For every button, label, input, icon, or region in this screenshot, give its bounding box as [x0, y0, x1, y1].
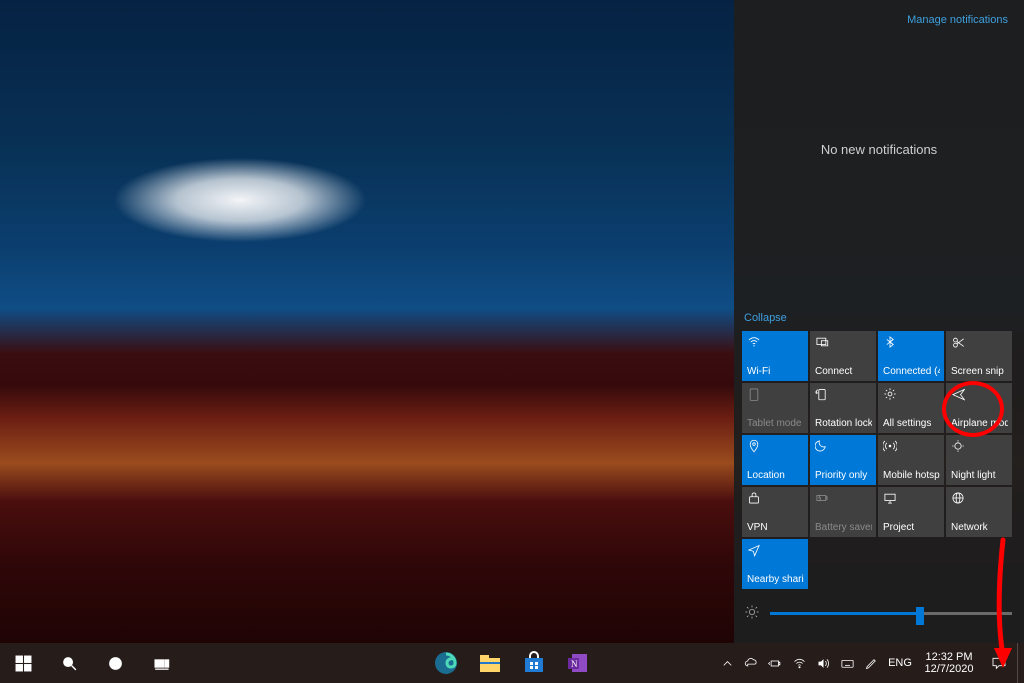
- tile-label: Mobile hotspot: [883, 470, 940, 481]
- tile-tablet[interactable]: Tablet mode: [742, 383, 808, 433]
- tile-label: Project: [883, 522, 940, 533]
- tile-label: All settings: [883, 418, 940, 429]
- connect-icon: [815, 335, 829, 349]
- power-icon[interactable]: [763, 643, 787, 683]
- tile-label: Connected (4): [883, 366, 940, 377]
- tile-label: Wi-Fi: [747, 366, 804, 377]
- tile-label: Rotation lock: [815, 418, 872, 429]
- tile-connect[interactable]: Connect: [810, 331, 876, 381]
- rotation-icon: [815, 387, 829, 401]
- wifi-tray-icon[interactable]: [787, 643, 811, 683]
- cortana-button[interactable]: [92, 643, 138, 683]
- brightness-slider[interactable]: [744, 604, 1012, 623]
- location-icon: [747, 439, 761, 453]
- tile-label: Screen snip: [951, 366, 1008, 377]
- tile-label: Nearby sharing: [747, 574, 804, 585]
- tile-snip[interactable]: Screen snip: [946, 331, 1012, 381]
- svg-text:N: N: [571, 659, 578, 669]
- collapse-link[interactable]: Collapse: [744, 312, 787, 324]
- volume-icon[interactable]: [811, 643, 835, 683]
- nightlight-icon: [951, 439, 965, 453]
- action-center-panel: Manage notifications No new notification…: [734, 0, 1024, 643]
- search-button[interactable]: [46, 643, 92, 683]
- gear-icon: [883, 387, 897, 401]
- tray-chevron-icon[interactable]: [715, 643, 739, 683]
- hotspot-icon: [883, 439, 897, 453]
- taskbar-app-edge[interactable]: [424, 643, 468, 683]
- brightness-track[interactable]: [770, 612, 1012, 615]
- tile-label: VPN: [747, 522, 804, 533]
- no-notifications-text: No new notifications: [734, 142, 1024, 157]
- moon-icon: [815, 439, 829, 453]
- tile-wifi[interactable]: Wi-Fi: [742, 331, 808, 381]
- taskbar-app-explorer[interactable]: [468, 643, 512, 683]
- wifi-icon: [747, 335, 761, 349]
- quick-action-grid: Wi-Fi Connect Connected (4) Screen snip Tabl…: [742, 331, 1016, 589]
- tile-rotation[interactable]: Rotation lock: [810, 383, 876, 433]
- clock-time: 12:32 PM: [917, 651, 981, 663]
- taskbar-pinned-apps: N: [424, 643, 600, 683]
- action-center-button[interactable]: [981, 643, 1017, 683]
- tile-label: Tablet mode: [747, 418, 804, 429]
- nearby-icon: [747, 543, 761, 557]
- keyboard-icon[interactable]: [835, 643, 859, 683]
- tile-label: Connect: [815, 366, 872, 377]
- network-icon: [951, 491, 965, 505]
- tile-nearby[interactable]: Nearby sharing: [742, 539, 808, 589]
- taskbar-app-store[interactable]: [512, 643, 556, 683]
- tile-project[interactable]: Project: [878, 487, 944, 537]
- tile-label: Network: [951, 522, 1008, 533]
- tile-battery[interactable]: Battery saver: [810, 487, 876, 537]
- show-desktop-button[interactable]: [1017, 643, 1024, 683]
- tile-settings[interactable]: All settings: [878, 383, 944, 433]
- task-view-button[interactable]: [138, 643, 184, 683]
- clock-date: 12/7/2020: [917, 663, 981, 675]
- airplane-icon: [951, 387, 965, 401]
- tile-priority[interactable]: Priority only: [810, 435, 876, 485]
- tile-hotspot[interactable]: Mobile hotspot: [878, 435, 944, 485]
- brightness-icon: [744, 604, 760, 623]
- start-button[interactable]: [0, 643, 46, 683]
- tile-label: Location: [747, 470, 804, 481]
- tablet-icon: [747, 387, 761, 401]
- tile-label: Battery saver: [815, 522, 872, 533]
- tile-nightlight[interactable]: Night light: [946, 435, 1012, 485]
- clock[interactable]: 12:32 PM 12/7/2020: [917, 651, 981, 675]
- tile-bluetooth[interactable]: Connected (4): [878, 331, 944, 381]
- vpn-icon: [747, 491, 761, 505]
- onedrive-icon[interactable]: [739, 643, 763, 683]
- tile-vpn[interactable]: VPN: [742, 487, 808, 537]
- system-tray: ENG 12:32 PM 12/7/2020: [715, 643, 1024, 683]
- tile-label: Night light: [951, 470, 1008, 481]
- tile-airplane[interactable]: Airplane mode: [946, 383, 1012, 433]
- ink-icon[interactable]: [859, 643, 883, 683]
- bluetooth-icon: [883, 335, 897, 349]
- language-indicator[interactable]: ENG: [883, 657, 917, 669]
- manage-notifications-link[interactable]: Manage notifications: [907, 14, 1008, 26]
- tile-network[interactable]: Network: [946, 487, 1012, 537]
- taskbar: N ENG 12:32 PM 12/7/2020: [0, 643, 1024, 683]
- tile-label: Airplane mode: [951, 418, 1008, 429]
- taskbar-app-onenote[interactable]: N: [556, 643, 600, 683]
- tile-location[interactable]: Location: [742, 435, 808, 485]
- battery-icon: [815, 491, 829, 505]
- project-icon: [883, 491, 897, 505]
- snip-icon: [951, 335, 965, 349]
- tile-label: Priority only: [815, 470, 872, 481]
